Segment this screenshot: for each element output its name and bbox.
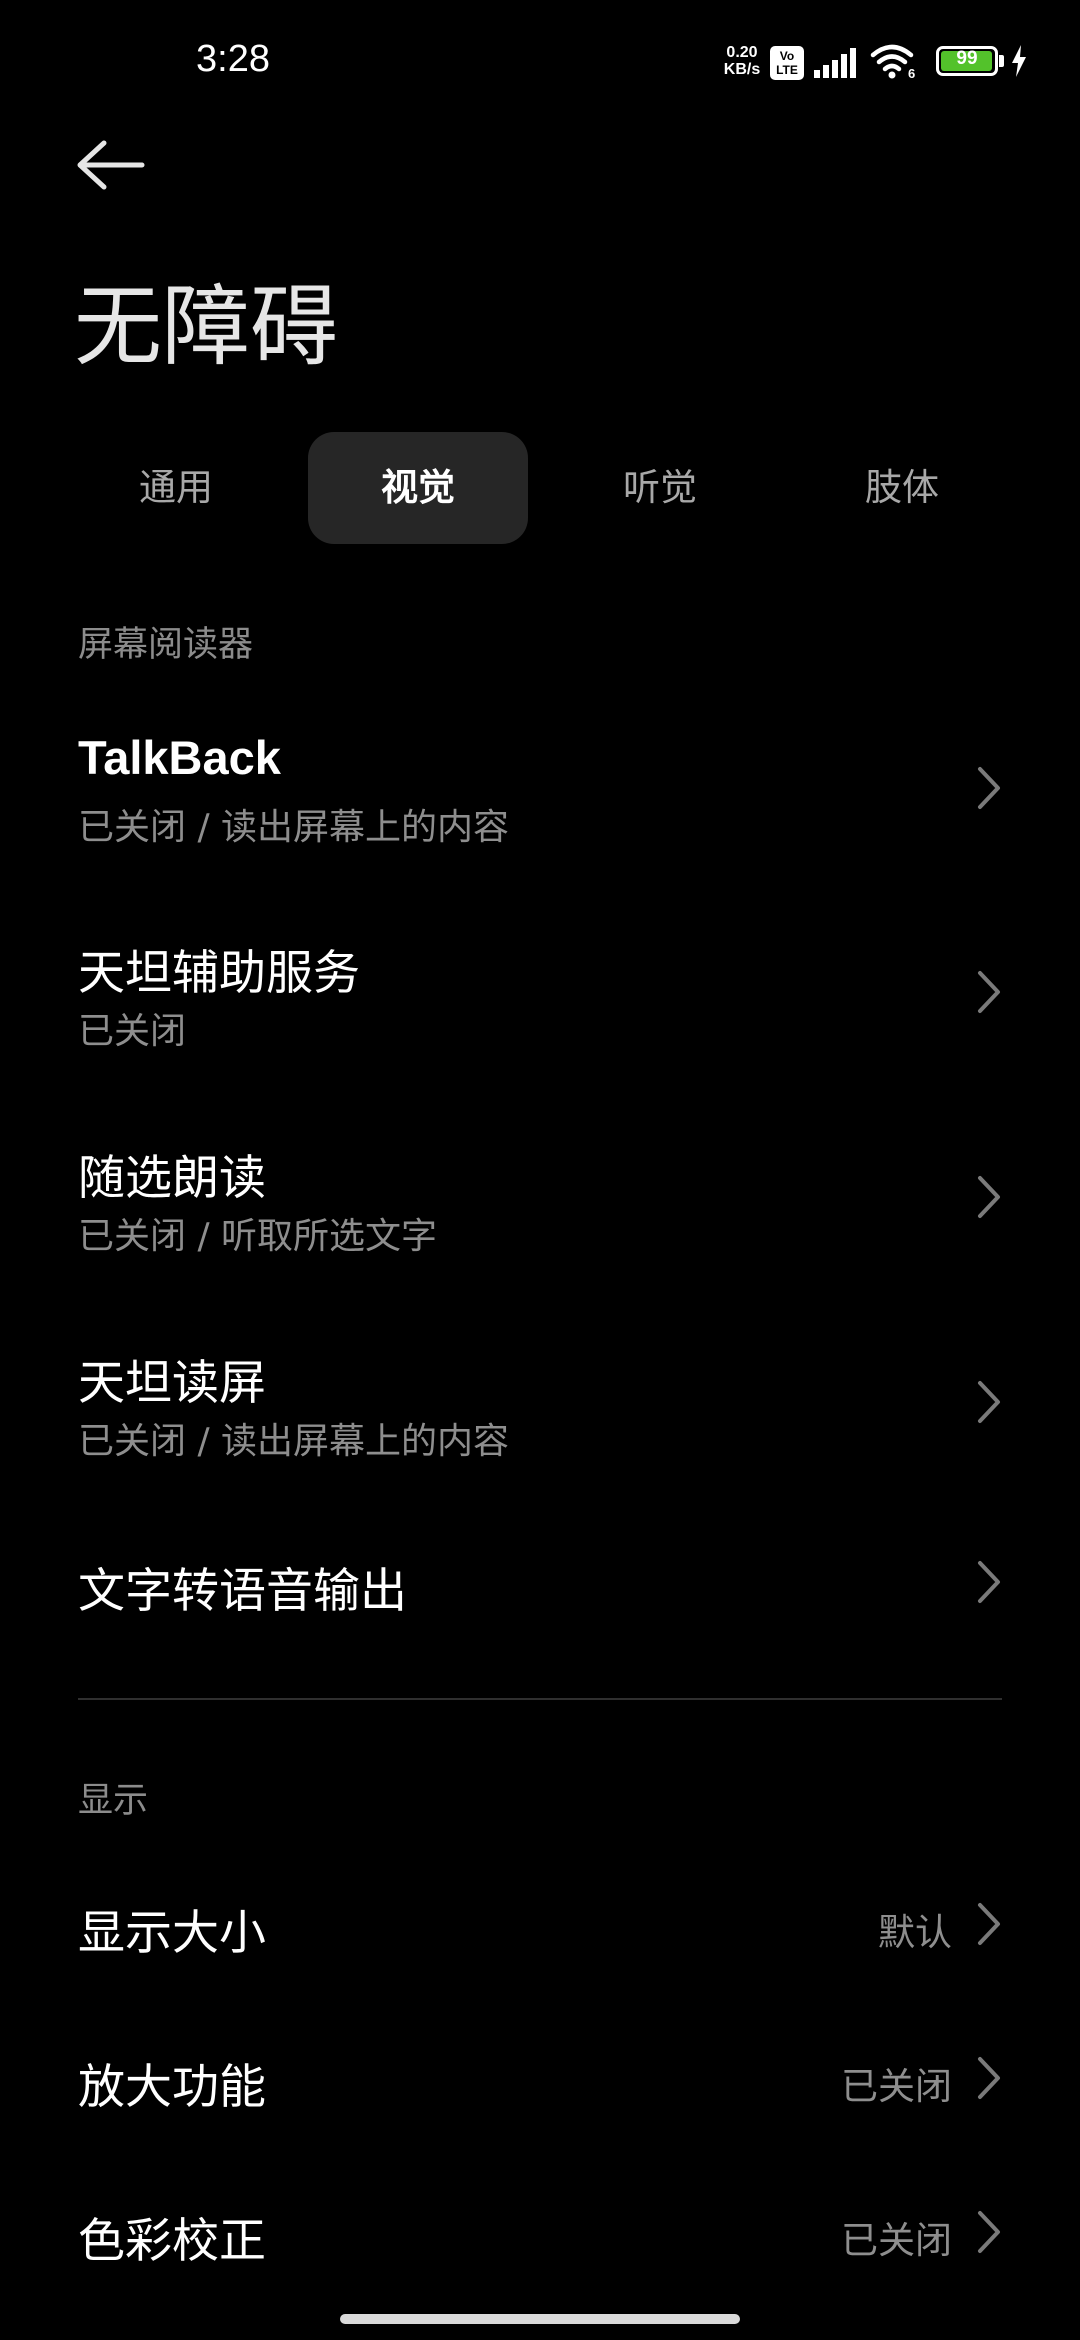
tab-hearing[interactable]: 听觉 (550, 432, 770, 544)
chevron-right-icon (978, 2211, 1000, 2253)
item-subtitle: 已关闭 / 读出屏幕上的内容 (78, 807, 510, 848)
item-subtitle: 已关闭 / 读出屏幕上的内容 (78, 1421, 510, 1462)
list-item-color-correction[interactable]: 色彩校正 已关闭 (0, 2172, 1080, 2292)
battery-icon: 99 (936, 46, 998, 76)
item-title: 天坦辅助服务 (78, 946, 360, 1001)
section-header-screen-reader: 屏幕阅读器 (78, 625, 254, 665)
volte-icon: Vo LTE (770, 46, 804, 80)
item-subtitle: 已关闭 / 听取所选文字 (78, 1216, 438, 1257)
section-divider (78, 1698, 1002, 1700)
list-item-tiantan-assist[interactable]: 天坦辅助服务 已关闭 (0, 904, 1080, 1084)
chevron-right-icon (978, 1381, 1000, 1423)
item-value: 默认 (878, 1911, 952, 1954)
back-button[interactable] (60, 125, 160, 205)
status-bar: 3:28 0.20 KB/s Vo LTE 6 99 (0, 0, 1080, 130)
tab-bar: 通用 视觉 听觉 肢体 (66, 432, 1010, 544)
item-subtitle: 已关闭 (78, 1011, 187, 1052)
item-title: 显示大小 (78, 1906, 266, 1961)
volte-bottom: LTE (776, 63, 798, 77)
arrow-left-icon (77, 140, 145, 190)
network-speed-value: 0.20 (726, 44, 758, 61)
list-item-tts-output[interactable]: 文字转语音输出 (0, 1522, 1080, 1642)
battery-cap (999, 55, 1004, 67)
tab-general[interactable]: 通用 (66, 432, 286, 544)
item-title: 随选朗读 (78, 1151, 266, 1206)
item-value: 已关闭 (841, 2065, 952, 2108)
item-title: 放大功能 (78, 2060, 266, 2115)
chevron-right-icon (978, 767, 1000, 809)
status-time: 3:28 (196, 38, 270, 80)
list-item-display-size[interactable]: 显示大小 默认 (0, 1864, 1080, 1984)
network-speed: 0.20 KB/s (718, 44, 766, 78)
list-item-select-to-speak[interactable]: 随选朗读 已关闭 / 听取所选文字 (0, 1109, 1080, 1289)
tab-physical[interactable]: 肢体 (792, 432, 1012, 544)
list-item-talkback[interactable]: TalkBack 已关闭 / 读出屏幕上的内容 (0, 700, 1080, 880)
volte-top: Vo (779, 49, 795, 63)
signal-icon (814, 48, 856, 78)
section-header-display: 显示 (78, 1781, 149, 1821)
list-item-magnification[interactable]: 放大功能 已关闭 (0, 2018, 1080, 2138)
status-icons: 0.20 KB/s Vo LTE 6 99 (718, 40, 1038, 90)
item-title: TalkBack (78, 731, 281, 784)
item-title: 天坦读屏 (78, 1356, 266, 1411)
tab-vision[interactable]: 视觉 (308, 432, 528, 544)
chevron-right-icon (978, 2057, 1000, 2099)
network-speed-unit: KB/s (723, 61, 761, 78)
wifi-standard-label: 6 (908, 66, 916, 81)
charging-bolt-icon (1012, 45, 1026, 77)
list-item-tiantan-screen-reader[interactable]: 天坦读屏 已关闭 / 读出屏幕上的内容 (0, 1314, 1080, 1494)
battery-level: 99 (956, 48, 978, 69)
item-title: 文字转语音输出 (78, 1564, 407, 1619)
chevron-right-icon (978, 1561, 1000, 1603)
page-title: 无障碍 (74, 275, 339, 378)
chevron-right-icon (978, 1903, 1000, 1945)
chevron-right-icon (978, 1176, 1000, 1218)
home-indicator[interactable] (340, 2314, 740, 2324)
chevron-right-icon (978, 971, 1000, 1013)
item-title: 色彩校正 (78, 2214, 266, 2269)
item-value: 已关闭 (841, 2219, 952, 2262)
